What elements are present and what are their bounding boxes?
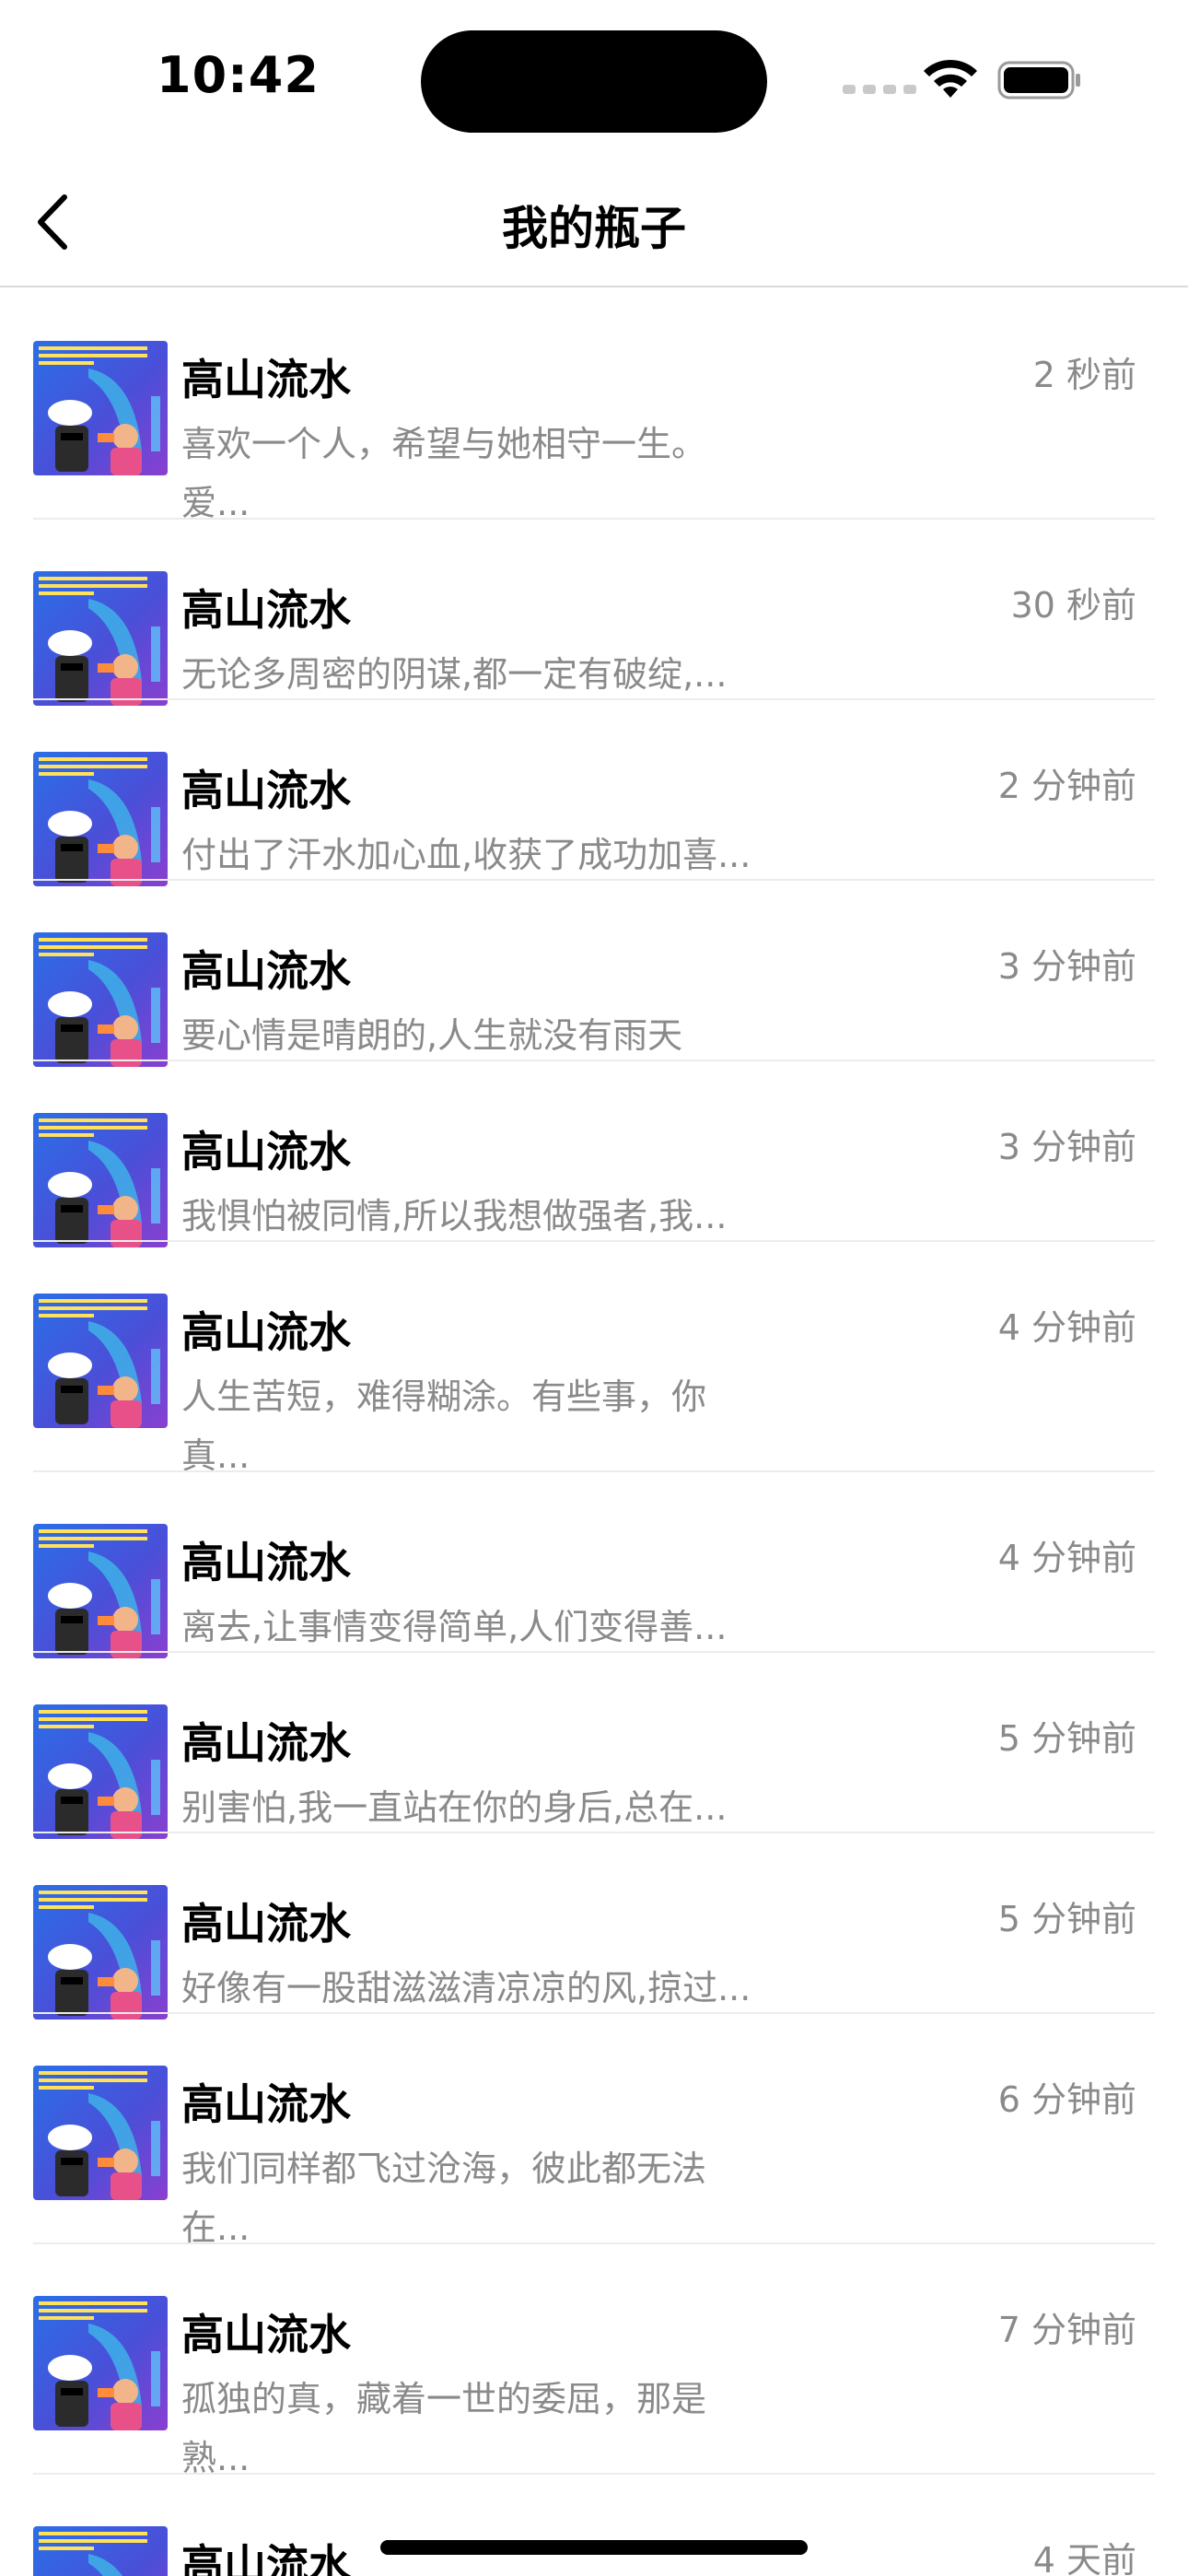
sender-name: 高山流水 [181, 766, 351, 815]
message-preview: 人生苦短，难得糊涂。有些事，你 真... [181, 1367, 826, 1485]
sender-name: 高山流水 [181, 355, 351, 404]
sender-name: 高山流水 [181, 2310, 351, 2359]
sender-name: 高山流水 [181, 1127, 351, 1177]
timestamp: 4 天前 [1032, 2540, 1136, 2576]
message-preview: 我们同样都飞过沧海，彼此都无法 在... [181, 2139, 826, 2257]
bottle-avatar-image [33, 341, 168, 475]
sender-name: 高山流水 [181, 946, 351, 996]
timestamp: 5 分钟前 [997, 1899, 1136, 1939]
bottle-avatar-image [33, 571, 168, 706]
timestamp: 3 分钟前 [997, 1127, 1136, 1167]
message-preview-line: 喜欢一个人，希望与她相守一生。 [181, 424, 707, 464]
bottle-list-item[interactable]: 高山流水 5 分钟前 好像有一股甜滋滋清凉凉的风,掠过... [0, 1833, 1188, 2020]
sender-name: 高山流水 [181, 1538, 351, 1587]
bottle-avatar-image [33, 752, 168, 886]
message-preview: 好像有一股甜滋滋清凉凉的风,掠过... [181, 1959, 826, 2018]
bottle-list: 高山流水 2 秒前 喜欢一个人，希望与她相守一生。 爱... 高山流水 30 秒… [0, 289, 1188, 2576]
bottle-list-item[interactable]: 高山流水 3 分钟前 要心情是晴朗的,人生就没有雨天 [0, 881, 1188, 1067]
status-time: 10:42 [157, 46, 320, 104]
message-preview: 要心情是晴朗的,人生就没有雨天 [181, 1006, 826, 1065]
sender-name: 高山流水 [181, 585, 351, 635]
bottle-avatar-image [33, 1524, 168, 1658]
timestamp: 5 分钟前 [997, 1718, 1136, 1759]
timestamp: 3 分钟前 [997, 946, 1136, 987]
navigation-bar: 我的瓶子 [0, 157, 1188, 287]
bottle-avatar-image [33, 1885, 168, 2020]
timestamp: 2 秒前 [1032, 355, 1136, 395]
bottle-avatar-image [33, 932, 168, 1067]
timestamp: 6 分钟前 [997, 2079, 1136, 2120]
bottle-list-item[interactable]: 高山流水 2 秒前 喜欢一个人，希望与她相守一生。 爱... [0, 289, 1188, 523]
message-preview-line: 付出了汗水加心血,收获了成功加喜... [181, 835, 751, 875]
message-preview: 孤独的真，藏着一世的委屈，那是 熟... [181, 2370, 826, 2488]
bottle-avatar-image [33, 1294, 168, 1428]
bottle-list-item[interactable]: 高山流水 7 分钟前 孤独的真，藏着一世的委屈，那是 熟... [0, 2244, 1188, 2478]
timestamp: 4 分钟前 [997, 1307, 1136, 1348]
message-preview-line: 我们同样都飞过沧海，彼此都无法 [181, 2149, 707, 2189]
sender-name: 高山流水 [181, 2540, 351, 2576]
message-preview: 喜欢一个人，希望与她相守一生。 爱... [181, 415, 826, 533]
cellular-signal-icon [843, 85, 916, 94]
timestamp: 4 分钟前 [997, 1538, 1136, 1578]
sender-name: 高山流水 [181, 1899, 351, 1949]
sender-name: 高山流水 [181, 1718, 351, 1768]
bottle-list-item[interactable]: 高山流水 2 分钟前 付出了汗水加心血,收获了成功加喜... [0, 700, 1188, 886]
timestamp: 7 分钟前 [997, 2310, 1136, 2350]
status-bar: 10:42 [0, 0, 1188, 157]
bottle-list-item[interactable]: 高山流水 6 分钟前 我们同样都飞过沧海，彼此都无法 在... [0, 2014, 1188, 2248]
screen: 10:42 我的瓶子 高山流水 2 秒前 喜欢一个人，希望与她相守一生。 爱..… [0, 0, 1188, 2576]
bottle-avatar-image [33, 2066, 168, 2200]
bottle-list-item[interactable]: 高山流水 5 分钟前 别害怕,我一直站在你的身后,总在... [0, 1653, 1188, 1839]
bottle-list-item[interactable]: 高山流水 4 分钟前 人生苦短，难得糊涂。有些事，你 真... [0, 1242, 1188, 1476]
sender-name: 高山流水 [181, 2079, 351, 2129]
message-preview-line: 无论多周密的阴谋,都一定有破绽,... [181, 654, 728, 695]
wifi-icon [924, 59, 977, 98]
battery-icon [997, 61, 1080, 100]
bottle-avatar-image [33, 1113, 168, 1247]
bottle-list-item[interactable]: 高山流水 30 秒前 无论多周密的阴谋,都一定有破绽,... [0, 520, 1188, 706]
message-preview-line: 离去,让事情变得简单,人们变得善... [181, 1607, 728, 1647]
bottle-list-item[interactable]: 高山流水 4 分钟前 离去,让事情变得简单,人们变得善... [0, 1472, 1188, 1658]
bottle-avatar-image [33, 2296, 168, 2430]
message-preview: 我惧怕被同情,所以我想做强者,我... [181, 1187, 826, 1246]
message-preview: 离去,让事情变得简单,人们变得善... [181, 1598, 826, 1657]
message-preview-line: 人生苦短，难得糊涂。有些事，你 [181, 1376, 707, 1417]
dynamic-island [421, 30, 767, 133]
bottle-avatar-image [33, 2526, 168, 2576]
message-preview: 无论多周密的阴谋,都一定有破绽,... [181, 645, 826, 704]
bottle-list-item[interactable]: 高山流水 3 分钟前 我惧怕被同情,所以我想做强者,我... [0, 1061, 1188, 1247]
bottle-avatar-image [33, 1704, 168, 1839]
message-preview: 付出了汗水加心血,收获了成功加喜... [181, 825, 826, 884]
page-title: 我的瓶子 [502, 202, 686, 255]
timestamp: 30 秒前 [1010, 585, 1136, 626]
home-indicator[interactable] [380, 2540, 808, 2555]
message-preview-line: 别害怕,我一直站在你的身后,总在... [181, 1787, 728, 1828]
message-preview: 别害怕,我一直站在你的身后,总在... [181, 1778, 826, 1837]
message-preview-line: 要心情是晴朗的,人生就没有雨天 [181, 1015, 683, 1056]
message-preview-line: 我惧怕被同情,所以我想做强者,我... [181, 1196, 728, 1236]
message-preview-line: 孤独的真，藏着一世的委屈，那是 [181, 2379, 707, 2419]
bottle-list-item[interactable]: 高山流水 4 天前 [0, 2475, 1188, 2576]
message-preview-line: 好像有一股甜滋滋清凉凉的风,掠过... [181, 1968, 751, 2008]
timestamp: 2 分钟前 [997, 766, 1136, 806]
sender-name: 高山流水 [181, 1307, 351, 1357]
